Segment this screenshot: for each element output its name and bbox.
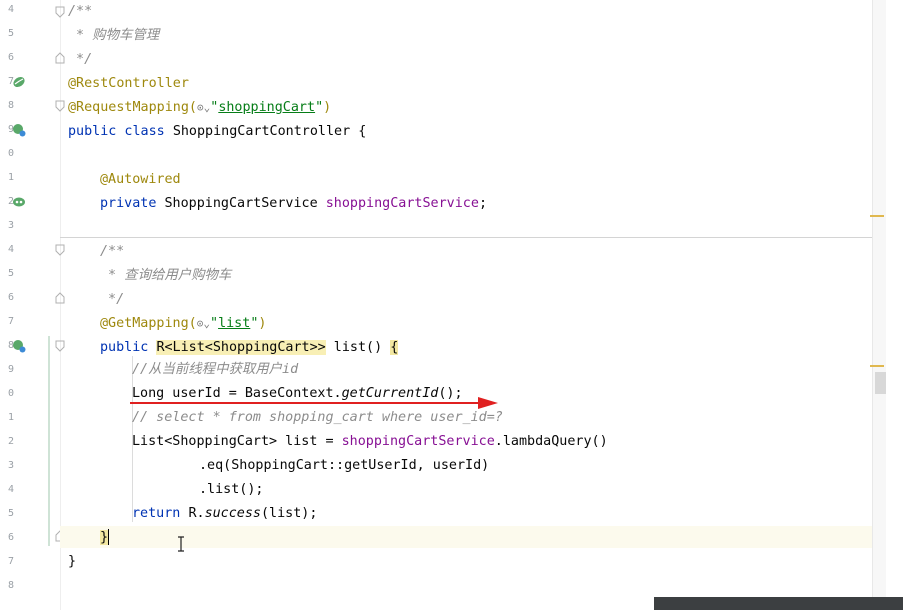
method-signature: list()	[325, 340, 391, 355]
line-number: 9	[7, 364, 14, 375]
scrollbar-thumb[interactable]	[875, 372, 886, 394]
code-line[interactable]: * 查询给用户购物车	[100, 266, 231, 286]
code-line[interactable]: List<ShoppingCart> list = shoppingCartSe…	[132, 432, 608, 452]
line-number: 0	[7, 148, 14, 159]
code-line[interactable]: public class ShoppingCartController {	[68, 122, 366, 142]
string-link[interactable]: list	[218, 316, 250, 331]
annotation: @RequestMapping(	[68, 100, 197, 115]
line-number: 2	[7, 436, 14, 447]
code-line[interactable]: // select * from shopping_cart where use…	[132, 408, 503, 428]
keyword: public class	[68, 124, 173, 139]
bean-icon[interactable]	[12, 75, 26, 89]
url-mapping-icon[interactable]: ⊙⌄	[197, 317, 210, 330]
code-line[interactable]: */	[68, 50, 92, 70]
code-line[interactable]: */	[100, 290, 124, 310]
line-number: 4	[7, 484, 14, 495]
method-separator	[60, 237, 872, 238]
code-line[interactable]: .list();	[199, 480, 264, 500]
method-call: .lambdaQuery()	[494, 434, 608, 449]
line-number: 1	[7, 172, 14, 183]
code-line[interactable]: return R.success(list);	[132, 504, 317, 524]
code-line[interactable]: }	[68, 552, 76, 572]
close-brace: }	[100, 530, 109, 545]
text-caret	[108, 529, 110, 545]
type-name: ShoppingCartService	[164, 196, 326, 211]
statement: List<ShoppingCart> list =	[132, 434, 342, 449]
line-number: 6	[7, 532, 14, 543]
field-name: shoppingCartService	[341, 434, 495, 449]
bean-icon[interactable]	[12, 195, 26, 209]
line-number: 3	[7, 220, 14, 231]
statement-end: (list);	[261, 506, 318, 521]
class-ref: R.	[188, 506, 205, 521]
line-number: 7	[7, 556, 14, 567]
code-line[interactable]: private ShoppingCartService shoppingCart…	[100, 194, 487, 214]
status-popup	[654, 597, 903, 610]
code-line[interactable]: .eq(ShoppingCart::getUserId, userId)	[199, 456, 489, 476]
text-cursor-icon	[178, 536, 184, 552]
line-number: 4	[7, 244, 14, 255]
code-line[interactable]: @RequestMapping(⊙⌄"shoppingCart")	[68, 98, 331, 118]
code-line[interactable]: @RestController	[68, 74, 189, 94]
line-number: 7	[7, 316, 14, 327]
code-line[interactable]: * 购物车管理	[68, 26, 159, 46]
scrollbar[interactable]	[872, 0, 886, 610]
keyword: return	[132, 506, 189, 521]
code-editor[interactable]: /** * 购物车管理 */ @RestController @RequestM…	[60, 0, 872, 610]
editor-gutter[interactable]: 4 5 6 7 8 9 0 1 2 3 4 5 6 7 8 9 0 1 2 3 …	[0, 0, 65, 610]
web-endpoint-icon[interactable]	[12, 123, 26, 137]
code-line[interactable]: //从当前线程中获取用户id	[132, 360, 298, 380]
line-number: 4	[7, 4, 14, 15]
class-declaration: ShoppingCartController {	[172, 124, 367, 139]
line-number: 8	[7, 580, 14, 591]
return-type: R<List<ShoppingCart>>	[156, 340, 326, 355]
line-number: 8	[7, 100, 14, 111]
change-marker	[48, 336, 50, 546]
annotation: @GetMapping(	[100, 316, 197, 331]
warning-marker[interactable]	[870, 365, 884, 367]
semicolon: ;	[478, 196, 487, 211]
code-line[interactable]: @Autowired	[100, 170, 181, 190]
code-line[interactable]: }	[100, 528, 110, 548]
open-brace: {	[390, 340, 399, 355]
keyword: private	[100, 196, 165, 211]
code-line[interactable]: @GetMapping(⊙⌄"list")	[100, 314, 266, 334]
line-number: 6	[7, 292, 14, 303]
annotation-end: )	[258, 316, 267, 331]
line-number: 1	[7, 412, 14, 423]
keyword: public	[100, 340, 157, 355]
warning-marker[interactable]	[870, 215, 884, 217]
indent-guide	[132, 452, 133, 500]
code-line[interactable]: /**	[100, 242, 124, 262]
line-number: 5	[7, 508, 14, 519]
url-mapping-icon[interactable]: ⊙⌄	[197, 101, 210, 114]
line-number: 6	[7, 52, 14, 63]
line-number: 5	[7, 28, 14, 39]
web-endpoint-icon[interactable]	[12, 339, 26, 353]
line-number: 0	[7, 388, 14, 399]
code-line[interactable]: /**	[68, 2, 92, 22]
annotation-end: )	[323, 100, 332, 115]
line-number: 5	[7, 268, 14, 279]
string-link[interactable]: shoppingCart	[218, 100, 315, 115]
code-line[interactable]: public R<List<ShoppingCart>> list() {	[100, 338, 399, 358]
string-literal[interactable]: "shoppingCart"	[210, 100, 323, 115]
field-name: shoppingCartService	[325, 196, 479, 211]
line-number: 3	[7, 460, 14, 471]
method-call: success	[204, 506, 261, 521]
string-literal[interactable]: "list"	[210, 316, 258, 331]
red-arrow-annotation	[130, 397, 498, 409]
